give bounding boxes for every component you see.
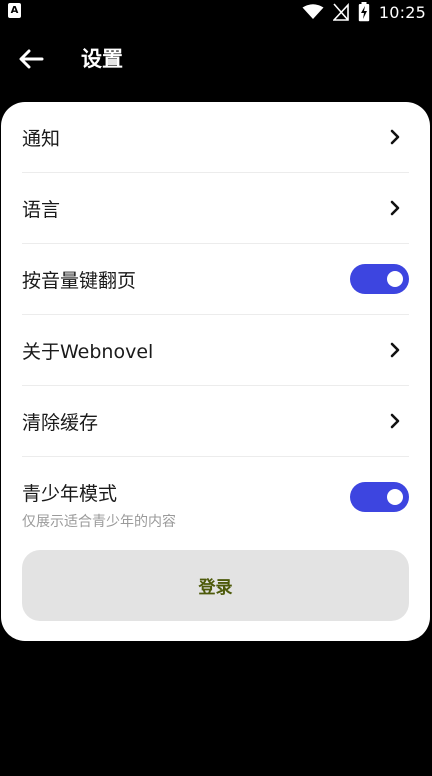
setting-volume-key-page-turn: 按音量键翻页 [22, 244, 409, 315]
arrow-left-icon [19, 49, 44, 69]
setting-label: 通知 [22, 128, 61, 150]
settings-card: 通知 语言 按音量键翻页 关于Webnovel 清除缓存 青少年模式 仅展示适合… [1, 102, 430, 641]
setting-label: 青少年模式 [22, 483, 118, 505]
setting-clear-cache[interactable]: 清除缓存 [22, 386, 409, 457]
status-icons: 10:25 [302, 0, 426, 24]
settings-list: 通知 语言 按音量键翻页 关于Webnovel 清除缓存 青少年模式 仅展示适合… [22, 102, 409, 545]
toggle-knob [387, 271, 403, 287]
chevron-right-icon [390, 342, 400, 358]
app-header: 设置 [0, 34, 432, 82]
setting-language[interactable]: 语言 [22, 173, 409, 244]
page-title: 设置 [81, 47, 123, 71]
login-label: 登录 [198, 578, 233, 598]
no-signal-icon [332, 3, 349, 21]
battery-charging-icon [358, 2, 370, 22]
setting-teen-mode: 青少年模式 仅展示适合青少年的内容 [22, 457, 409, 545]
chevron-right-icon [390, 413, 400, 429]
setting-label: 关于Webnovel [22, 341, 154, 363]
setting-label: 语言 [22, 199, 61, 221]
chevron-right-icon [390, 129, 400, 145]
status-bar: A 10:25 [0, 0, 432, 24]
setting-label: 按音量键翻页 [22, 270, 137, 292]
login-button[interactable]: 登录 [22, 550, 409, 621]
chevron-right-icon [390, 200, 400, 216]
setting-about[interactable]: 关于Webnovel [22, 315, 409, 386]
back-button[interactable] [14, 44, 48, 74]
setting-label: 清除缓存 [22, 412, 99, 434]
app-notification-icon: A [8, 3, 21, 18]
teen-mode-toggle[interactable] [350, 482, 409, 512]
toggle-knob [387, 489, 403, 505]
status-time: 10:25 [378, 2, 426, 22]
setting-notifications[interactable]: 通知 [22, 102, 409, 173]
setting-sublabel: 仅展示适合青少年的内容 [22, 514, 176, 530]
wifi-icon [302, 4, 324, 19]
volume-key-toggle[interactable] [350, 264, 409, 294]
